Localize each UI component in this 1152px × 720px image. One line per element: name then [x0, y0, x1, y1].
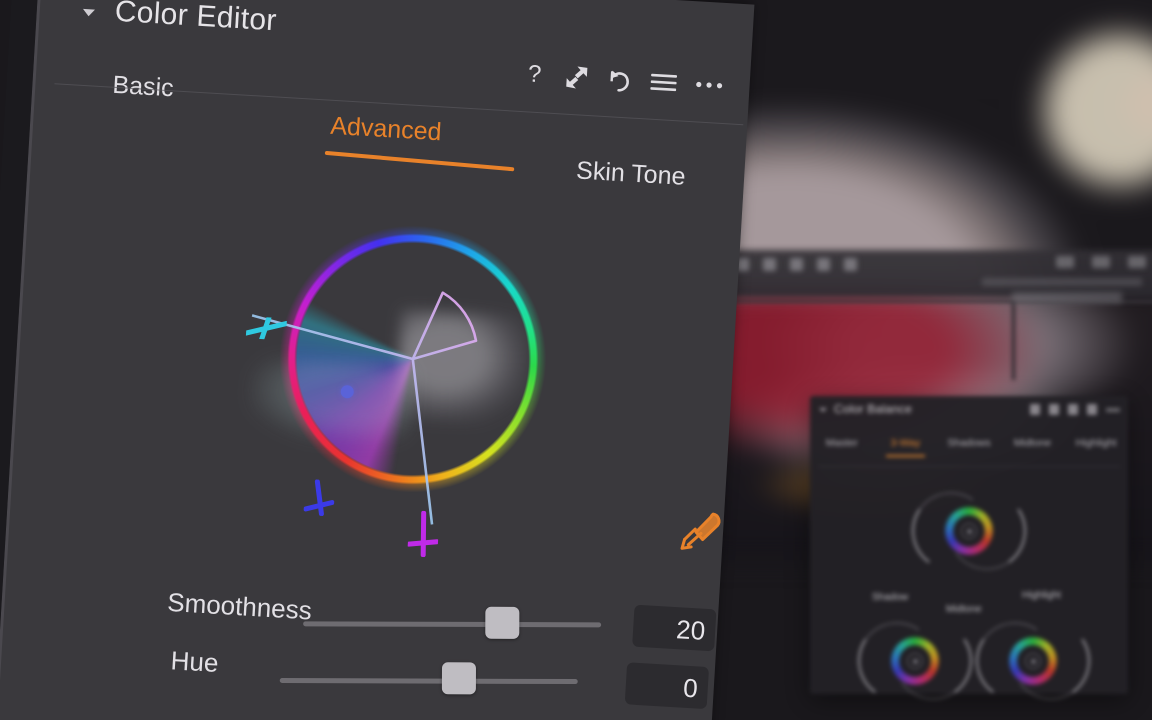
color-editor-panel[interactable]: Color Editor ? Basic Advanced Skin Tone … [0, 0, 755, 720]
magenta-range-handle[interactable] [407, 510, 440, 558]
hue-value: 0 [682, 672, 699, 704]
color-balance-header: Color Balance [810, 396, 1128, 428]
hue-label: Hue [169, 645, 220, 679]
chevron-down-icon[interactable] [819, 408, 827, 412]
eyedropper-icon[interactable] [1068, 404, 1078, 415]
active-tab-indicator [324, 150, 515, 171]
background-vertical-divider [1012, 300, 1015, 380]
background-toolbar-subtext [982, 278, 1142, 286]
background-toolbar-right-icons[interactable] [1056, 256, 1146, 268]
hamburger-menu-icon[interactable] [650, 72, 678, 94]
svg-text:?: ? [527, 61, 542, 88]
toolbar-right-icon-1[interactable] [1056, 256, 1074, 268]
cyan-range-handle[interactable] [245, 316, 287, 341]
smoothness-value-field[interactable]: 20 [632, 604, 717, 652]
toolbar-right-icon-3[interactable] [1128, 256, 1146, 268]
highlight-wheel-label: Highlight [1022, 590, 1061, 601]
midtone-wheel[interactable] [905, 485, 1033, 577]
color-balance-wheels: Midtone Shadow Highlight [810, 470, 1128, 707]
chevron-down-icon[interactable] [82, 8, 95, 17]
more-options-icon[interactable] [1106, 407, 1120, 412]
color-picker-eyedropper-icon[interactable] [678, 506, 725, 557]
background-toolbar-icons[interactable] [736, 258, 857, 271]
tab-master[interactable]: Master [810, 434, 874, 460]
more-options-icon[interactable] [695, 79, 724, 91]
toolbar-right-icon-2[interactable] [1092, 256, 1110, 268]
help-icon[interactable]: ? [525, 61, 547, 88]
help-icon[interactable] [1030, 404, 1040, 415]
page-title: Color Editor [113, 0, 278, 38]
shadow-wheel-label: Shadow [872, 592, 909, 603]
edit-pencil-icon[interactable] [1049, 404, 1059, 415]
reset-undo-icon[interactable] [607, 67, 632, 93]
toolbar-icon-5[interactable] [844, 258, 857, 271]
toolbar-icon-2[interactable] [763, 258, 776, 271]
hue-saturation-wheel[interactable] [224, 170, 602, 558]
panel-header-icons[interactable]: ? [525, 61, 724, 99]
hue-track[interactable] [279, 678, 578, 684]
hamburger-menu-icon[interactable] [1087, 404, 1097, 415]
tab-shadows[interactable]: Shadows [937, 434, 1001, 460]
highlight-wheel[interactable] [969, 615, 1097, 707]
color-balance-title: Color Balance [834, 402, 912, 416]
expand-arrows-icon[interactable] [564, 65, 589, 90]
color-balance-panel[interactable]: Color Balance Master 3-Way Shadows Midto… [810, 396, 1128, 707]
selection-wedge-outline [251, 291, 478, 525]
background-toolbar-subtext-2 [1012, 292, 1122, 303]
slider-row-hue[interactable]: Hue [1, 563, 719, 695]
color-balance-divider [818, 466, 1120, 467]
hue-knob[interactable] [441, 662, 477, 695]
shadow-wheel[interactable] [851, 615, 979, 707]
blue-range-handle[interactable] [303, 479, 335, 517]
toolbar-icon-3[interactable] [790, 258, 803, 271]
tab-skin-tone[interactable]: Skin Tone [575, 156, 686, 191]
tab-advanced[interactable]: Advanced [330, 112, 443, 148]
color-balance-tabs[interactable]: Master 3-Way Shadows Midtone Highlight [810, 434, 1128, 460]
slider-rows: Smoothness Hue 20 0 0 [4, 563, 719, 720]
color-balance-header-icons[interactable] [1030, 404, 1120, 415]
toolbar-icon-4[interactable] [817, 258, 830, 271]
midtone-wheel-label: Midtone [946, 604, 982, 615]
hue-value-field[interactable]: 0 [624, 662, 710, 710]
app-screenshot: Color Balance Master 3-Way Shadows Midto… [0, 0, 1152, 720]
tab-3-way[interactable]: 3-Way [874, 434, 938, 460]
tab-midtone[interactable]: Midtone [1001, 434, 1065, 460]
smoothness-value: 20 [675, 614, 707, 646]
tab-highlight[interactable]: Highlight [1064, 434, 1128, 460]
